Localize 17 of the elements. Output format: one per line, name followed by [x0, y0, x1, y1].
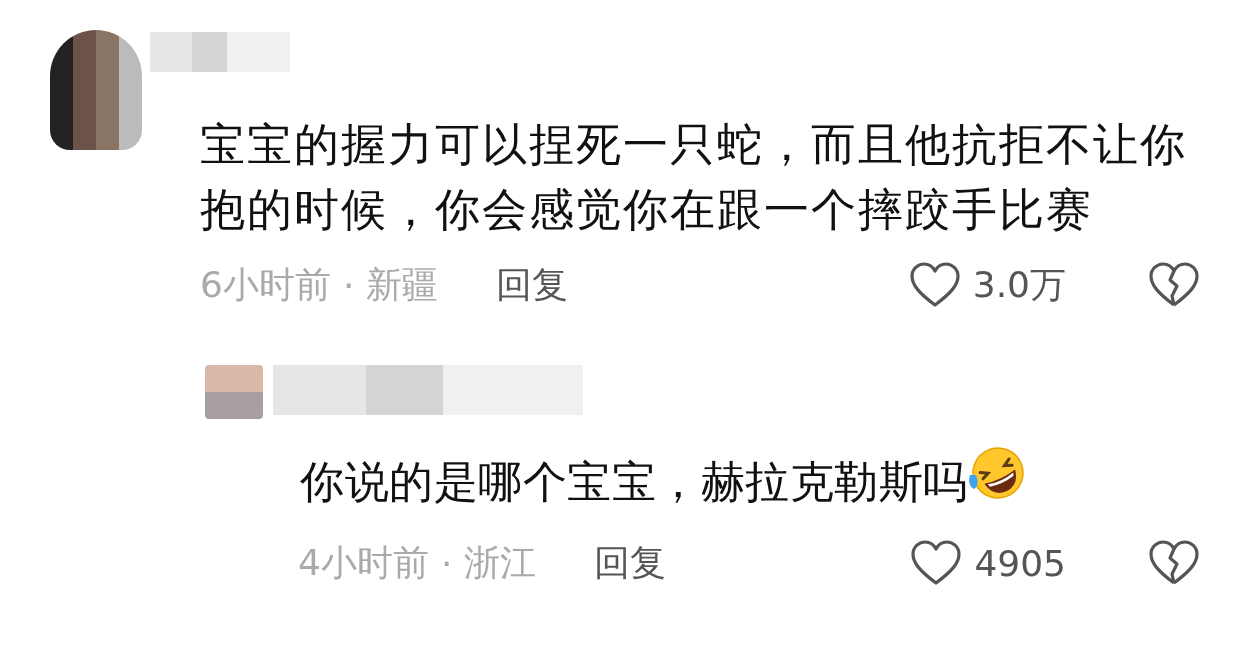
separator-dot: ·: [342, 264, 355, 306]
comment-time: 6小时前: [200, 262, 331, 307]
avatar-placeholder[interactable]: [50, 30, 142, 150]
separator-dot: ·: [440, 542, 453, 584]
comment-location: 新疆: [366, 262, 439, 307]
comment-time: 4小时前: [298, 540, 429, 585]
comment-text: 你说的是哪个宝宝，赫拉克勒斯吗: [300, 455, 968, 509]
reply-link[interactable]: 回复: [496, 260, 569, 310]
heart-icon[interactable]: [908, 262, 961, 308]
broken-heart-icon[interactable]: [1148, 540, 1200, 586]
like-count: 3.0万: [972, 262, 1066, 307]
like-count: 4905: [974, 542, 1066, 584]
heart-icon[interactable]: [910, 540, 963, 586]
reply-link[interactable]: 回复: [594, 538, 667, 588]
broken-heart-icon[interactable]: [1148, 262, 1200, 308]
comment-location: 浙江: [464, 540, 537, 585]
comment-text: 宝宝的握力可以捏死一只蛇，而且他抗拒不让你抱的时候，你会感觉你在跟一个摔跤手比赛: [200, 118, 1187, 236]
